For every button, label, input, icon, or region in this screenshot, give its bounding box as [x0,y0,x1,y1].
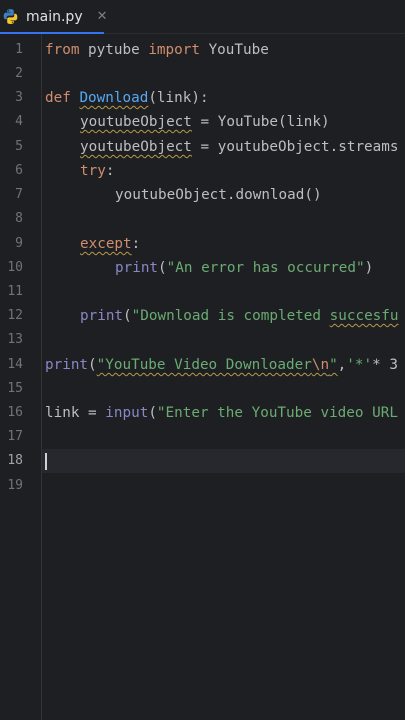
string-literal-star: '*' [346,357,373,373]
paren-open: ( [88,357,97,373]
line-number: 19 [7,478,23,493]
tab-filename: main.py [26,8,83,25]
code-line-16[interactable]: link = input("Enter the YouTube video UR… [45,401,398,425]
builtin-print: print [45,357,89,373]
line-number: 10 [7,260,23,275]
code-line-6[interactable]: try: [80,159,114,183]
code-line-7[interactable]: youtubeObject.download() [115,183,322,207]
multiply-expr: * 3 [372,357,398,373]
line-number: 8 [15,211,23,226]
code-line-10[interactable]: print("An error has occurred") [115,256,373,280]
variable-name: youtubeObject [80,139,192,155]
close-icon[interactable]: ✕ [97,9,108,24]
line-number: 9 [15,236,23,251]
line-number: 1 [15,42,23,57]
current-line-highlight [0,449,405,473]
tab-main-py[interactable]: main.py ✕ [0,0,114,33]
code-editor[interactable]: 1 2 3 4 5 6 7 8 9 10 11 12 13 14 15 16 1… [0,34,405,720]
variable-name: youtubeObject [80,114,192,130]
line-number: 14 [7,357,23,372]
builtin-print: print [80,308,124,324]
text-cursor [45,453,47,470]
string-literal: "Download is completed [131,308,330,324]
keyword-from: from [45,42,80,58]
line-number: 3 [15,90,23,105]
builtin-input: input [105,405,149,421]
paren-open: ( [158,260,167,276]
string-literal: "YouTube Video Downloader [96,357,312,373]
assignment-target: link = [45,405,106,421]
line-number: 5 [15,139,23,154]
paren-open: ( [148,405,157,421]
assignment-expr: = youtubeObject.streams [191,139,399,155]
string-literal-typo: succesfu [329,308,399,324]
keyword-except: except [80,236,132,252]
line-number: 15 [7,381,23,396]
string-literal: "Enter the YouTube video URL [156,405,398,421]
line-number: 16 [7,405,23,420]
line-number: 4 [15,114,23,129]
line-number-current: 18 [7,453,23,468]
colon: : [131,236,141,252]
code-line-12[interactable]: print("Download is completed succesfu [80,304,399,328]
editor-tab-bar: main.py ✕ [0,0,405,34]
line-number: 17 [7,429,23,444]
string-literal: "An error has occurred" [166,260,365,276]
string-literal-end: " [329,357,338,373]
keyword-def: def [45,90,71,106]
paren-open: ( [123,308,132,324]
code-line-9[interactable]: except: [80,232,140,256]
code-line-4[interactable]: youtubeObject = YouTube(link) [80,110,330,134]
colon: : [105,163,115,179]
line-number-gutter[interactable]: 1 2 3 4 5 6 7 8 9 10 11 12 13 14 15 16 1… [0,34,42,720]
line-number: 11 [7,284,23,299]
keyword-try: try [80,163,106,179]
line-number: 12 [7,308,23,323]
line-number: 2 [15,66,23,81]
code-line-3[interactable]: def Download(link): [45,86,209,110]
comma: , [337,357,347,373]
line-number: 13 [7,332,23,347]
line-number: 7 [15,187,23,202]
module-name: pytube [79,42,149,58]
builtin-print: print [115,260,159,276]
line-number: 6 [15,163,23,178]
imported-class: YouTube [199,42,269,58]
escape-sequence: \n [311,357,330,373]
method-call: youtubeObject.download() [115,187,322,203]
code-line-1[interactable]: from pytube import YouTube [45,38,269,62]
keyword-import: import [148,42,200,58]
assignment-expr: = YouTube(link) [191,114,330,130]
python-file-icon [3,9,18,24]
paren-close: ) [364,260,374,276]
code-line-14[interactable]: print("YouTube Video Downloader\n",'*'* … [45,353,398,377]
function-params: (link): [148,90,209,106]
code-line-5[interactable]: youtubeObject = youtubeObject.streams [80,135,399,159]
function-name: Download [79,90,149,106]
